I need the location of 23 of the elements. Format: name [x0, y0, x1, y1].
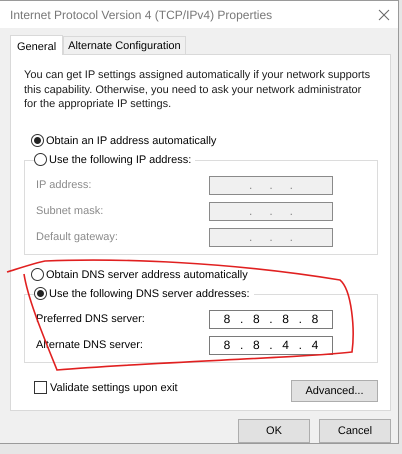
- radio-button[interactable]: [31, 268, 44, 281]
- radio-button[interactable]: [34, 287, 47, 300]
- window-title: Internet Protocol Version 4 (TCP/IPv4) Properties: [10, 8, 272, 22]
- field-label: Subnet mask:: [36, 205, 104, 217]
- radio-label: Obtain DNS server address automatically: [46, 268, 248, 280]
- dialog-button[interactable]: Cancel: [319, 419, 391, 443]
- radio-button[interactable]: [34, 153, 47, 166]
- radio-label: Use the following DNS server addresses:: [49, 288, 250, 300]
- tab[interactable]: Alternate Configuration: [63, 36, 186, 54]
- ip-address-field[interactable]: 8 . 8 . 8 . 8: [209, 310, 333, 328]
- field-label: Default gateway:: [36, 231, 118, 243]
- close-icon[interactable]: [378, 8, 390, 20]
- description-text: You can get IP settings assigned automatically if your network supports this capability. Otherwise, you need to ask your network administrator for the appropriate IP settings.: [24, 68, 372, 112]
- checkbox-label: Validate settings upon exit: [50, 382, 178, 394]
- tab[interactable]: General: [10, 35, 64, 55]
- field-label: IP address:: [36, 179, 92, 191]
- advanced-button[interactable]: Advanced...: [291, 380, 378, 402]
- checkbox[interactable]: [34, 381, 47, 394]
- radio-button[interactable]: [31, 134, 44, 147]
- radio-label: Use the following IP address:: [49, 154, 192, 166]
- dialog-button[interactable]: OK: [238, 419, 310, 443]
- radio-label: Obtain an IP address automatically: [46, 134, 216, 146]
- ip-address-field[interactable]: 8 . 8 . 4 . 4: [209, 336, 333, 354]
